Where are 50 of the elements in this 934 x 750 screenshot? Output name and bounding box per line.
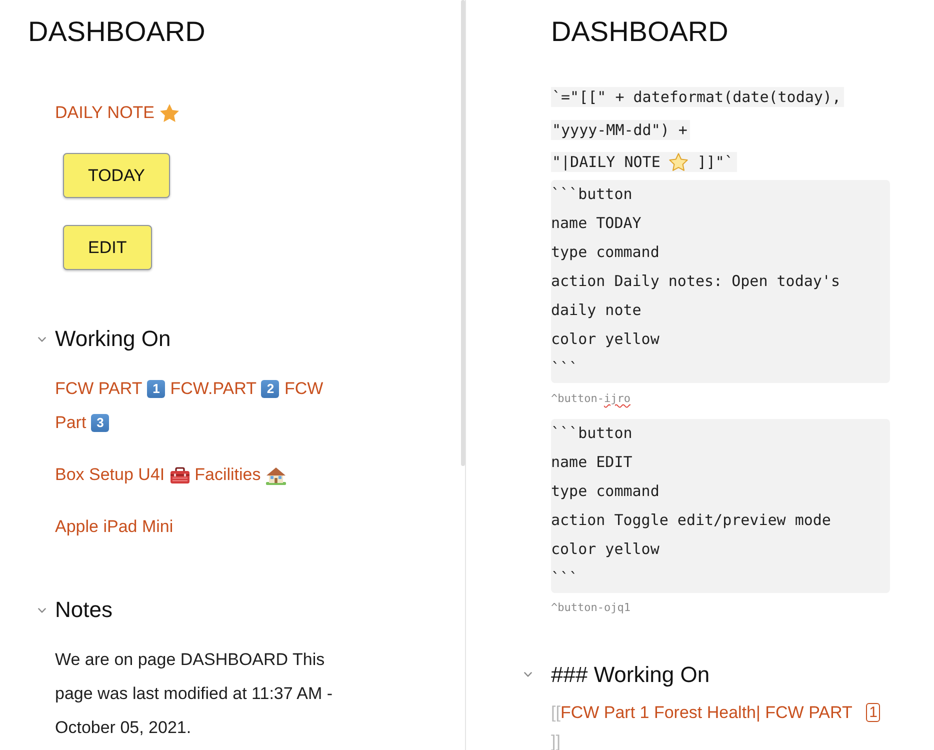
code-line: ```button [551,422,634,444]
link[interactable]: Box Setup U4I [55,458,165,492]
number-keycap: 2 [261,380,280,398]
code-text: "|DAILY NOTE [552,152,660,172]
inline-code: "yyyy-MM-dd") + [551,120,690,140]
code-line: type command [551,242,660,263]
code-line: color yellow [551,538,660,560]
chevron-icon[interactable] [38,336,46,342]
code-line: color yellow [551,329,660,350]
link[interactable]: FCW [284,372,324,406]
scrollbar-thumb[interactable] [461,0,465,466]
paragraph-text: We are on page DASHBOARD This page was last modified at 11:37 AM - October 05, 2021. [55,649,334,739]
code-line: name EDIT [551,452,634,472]
chevron-icon[interactable] [38,608,46,612]
command-button[interactable]: EDIT [63,225,152,270]
page-title: DASHBOARD [28,15,206,49]
block-id: ^button-ojq1 [551,601,630,616]
section-heading: Working On [55,325,171,353]
link-bracket: ]] [551,732,560,750]
star-icon [669,153,688,172]
number-keycap: 1 [866,703,880,722]
link[interactable]: FCW PART [55,372,142,406]
code-text: ]]"` [697,152,734,172]
block-id: ^button-ijro [551,392,630,406]
code-line: ``` [551,568,580,588]
star-icon [160,104,179,122]
link[interactable]: Facilities [194,458,261,492]
link[interactable]: DAILY NOTE [55,96,155,130]
link-bracket: [[ [551,702,560,722]
code-line: ``` [551,358,580,379]
command-button[interactable]: TODAY [63,153,170,198]
link[interactable]: Apple iPad Mini [55,510,174,544]
number-keycap: 1 [147,380,166,398]
code-line: daily note [551,300,642,321]
code-line: name TODAY [551,213,642,234]
link[interactable]: Part [55,406,86,440]
section-heading: Notes [55,596,112,624]
number-keycap: 3 [91,414,110,432]
inline-code: `="[[" + dateformat(date(today), [551,87,844,108]
link[interactable]: FCW.PART [170,372,256,406]
link[interactable]: FCW Part 1 Forest Health| FCW PART [560,702,852,722]
code-line: action Toggle edit/preview mode [551,510,832,530]
chevron-icon[interactable] [524,672,532,677]
code-line: ```button [551,184,634,205]
toolbox-icon [170,466,190,484]
code-line: type command [551,480,660,502]
code-line: action Daily notes: Open today's [551,271,841,292]
markdown-heading: ### Working On [551,660,710,689]
house-icon [266,466,286,484]
page-title: DASHBOARD [551,15,730,49]
